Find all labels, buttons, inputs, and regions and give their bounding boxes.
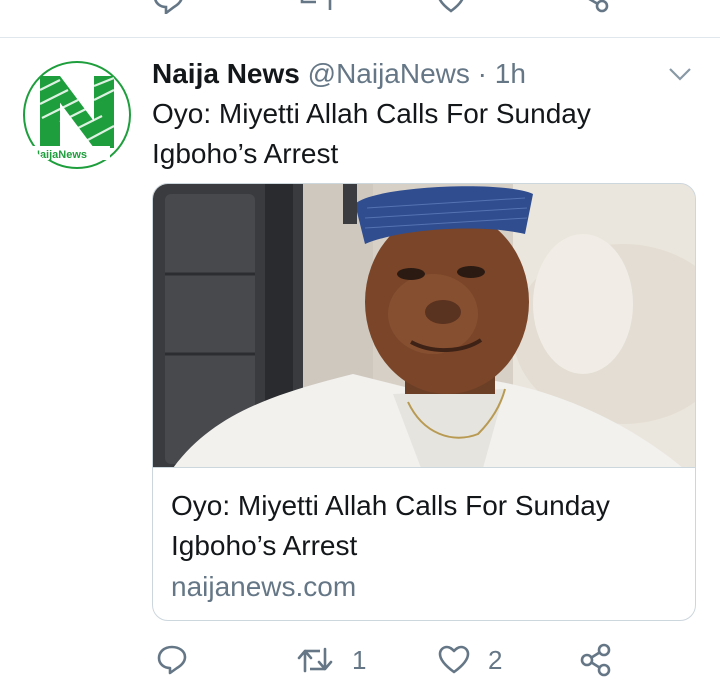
tweet-actions: 1 2 — [152, 640, 622, 678]
share-icon[interactable] — [578, 0, 610, 14]
reply-icon[interactable] — [152, 0, 184, 14]
tweet-time[interactable]: 1h — [495, 58, 526, 89]
reply-icon[interactable] — [156, 644, 188, 676]
retweet-button[interactable]: 1 — [296, 640, 366, 678]
card-domain: naijanews.com — [171, 571, 357, 602]
share-icon[interactable] — [580, 643, 612, 677]
link-card[interactable]: Oyo: Miyetti Allah Calls For Sunday Igbo… — [152, 183, 696, 621]
tweet-divider — [0, 37, 720, 38]
share-button[interactable] — [580, 640, 612, 678]
like-count: 2 — [488, 644, 503, 675]
card-image[interactable] — [153, 184, 695, 468]
retweet-count: 1 — [352, 644, 367, 675]
previous-tweet-actions: 4 — [150, 0, 620, 14]
naija-news-logo: NaijaNews — [23, 61, 131, 169]
retweet-icon[interactable] — [296, 645, 334, 675]
card-title: Oyo: Miyetti Allah Calls For Sunday Igbo… — [171, 490, 610, 561]
previous-like-count: 4 — [486, 0, 499, 2]
author-name[interactable]: Naija News — [152, 58, 300, 89]
like-button[interactable]: 2 — [438, 640, 502, 678]
tweet-header: Naija News @NaijaNews · 1h — [152, 56, 672, 92]
retweet-icon[interactable] — [298, 0, 334, 14]
separator-dot: · — [477, 58, 487, 89]
logo-text: NaijaNews — [32, 149, 87, 161]
heart-icon[interactable] — [436, 0, 466, 14]
tweet-text: Oyo: Miyetti Allah Calls For Sunday Igbo… — [152, 98, 591, 169]
avatar[interactable]: NaijaNews — [22, 60, 132, 170]
chevron-down-icon[interactable] — [668, 66, 692, 82]
reply-button[interactable] — [156, 640, 188, 678]
heart-icon[interactable] — [438, 645, 470, 675]
author-handle[interactable]: @NaijaNews — [308, 58, 470, 89]
